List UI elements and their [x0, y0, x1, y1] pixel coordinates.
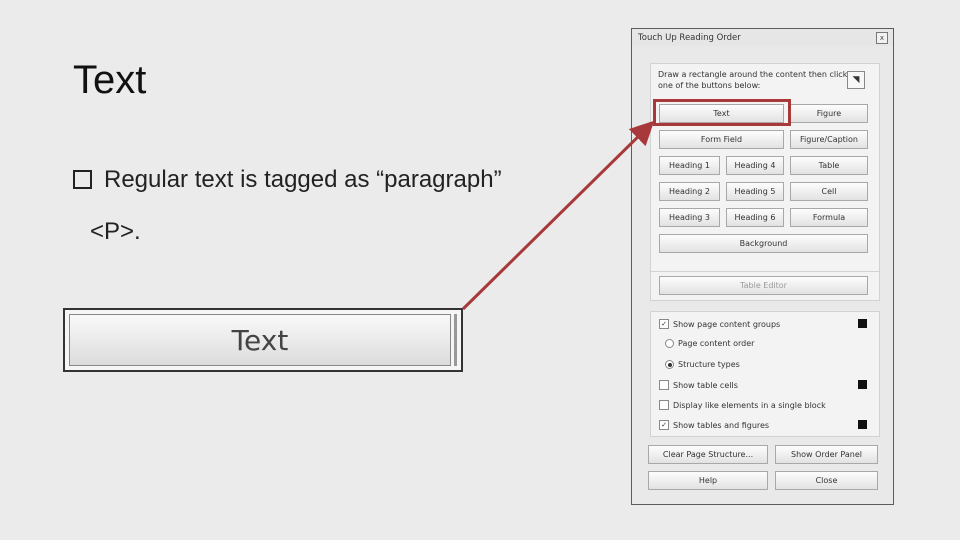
checkbox-bullet-icon [73, 170, 92, 189]
radio-selected-icon[interactable] [665, 360, 674, 369]
checkbox-checked-icon[interactable]: ✓ [659, 420, 669, 430]
option-label: Structure types [678, 360, 740, 369]
heading-1-button[interactable]: Heading 1 [659, 156, 720, 175]
checkbox-icon[interactable] [659, 400, 669, 410]
option-label: Show table cells [673, 380, 738, 390]
heading-4-button[interactable]: Heading 4 [726, 156, 784, 175]
instructions-text: Draw a rectangle around the content then… [658, 70, 848, 90]
option-label: Show tables and figures [673, 420, 770, 430]
bullet-continuation: <P>. [90, 218, 141, 245]
zoomed-button-edge [454, 314, 457, 366]
dialog-titlebar: Touch Up Reading Order x [632, 29, 893, 46]
heading-6-button[interactable]: Heading 6 [726, 208, 784, 227]
formula-button[interactable]: Formula [790, 208, 868, 227]
show-cells-option[interactable]: Show table cells [659, 380, 738, 390]
heading-2-button[interactable]: Heading 2 [659, 182, 720, 201]
option-label: Display like elements in a single block [673, 400, 826, 410]
help-button[interactable]: Help [648, 471, 768, 490]
selection-tool-icon[interactable]: ◥ [847, 71, 865, 89]
heading-5-button[interactable]: Heading 5 [726, 182, 784, 201]
table-button[interactable]: Table [790, 156, 868, 175]
checkbox-icon[interactable] [659, 380, 669, 390]
figure-caption-button[interactable]: Figure/Caption [790, 130, 868, 149]
color-swatch[interactable] [858, 319, 867, 328]
zoomed-text-label: Text [69, 314, 451, 366]
form-field-button[interactable]: Form Field [659, 130, 784, 149]
heading-3-button[interactable]: Heading 3 [659, 208, 720, 227]
background-button[interactable]: Background [659, 234, 868, 253]
show-groups-option[interactable]: ✓ Show page content groups [659, 319, 780, 329]
structure-types-radio[interactable]: Structure types [665, 360, 740, 369]
table-editor-button[interactable]: Table Editor [659, 276, 868, 295]
bullet-item: Regular text is tagged as “paragraph” [73, 166, 502, 194]
zoomed-text-button: Text [63, 308, 463, 372]
page-order-radio[interactable]: Page content order [665, 339, 754, 348]
clear-page-structure-button[interactable]: Clear Page Structure... [648, 445, 768, 464]
close-button[interactable]: Close [775, 471, 878, 490]
slide-title: Text [73, 58, 147, 102]
cell-button[interactable]: Cell [790, 182, 868, 201]
callout-arrow-line [461, 120, 655, 311]
tag-buttons-panel [650, 63, 880, 287]
text-button-highlight [653, 99, 791, 126]
dialog-title: Touch Up Reading Order [638, 33, 741, 43]
color-swatch[interactable] [858, 420, 867, 429]
figure-button[interactable]: Figure [790, 104, 868, 123]
option-label: Page content order [678, 339, 755, 348]
show-order-panel-button[interactable]: Show Order Panel [775, 445, 878, 464]
option-label: Show page content groups [673, 319, 781, 329]
radio-icon[interactable] [665, 339, 674, 348]
display-like-option[interactable]: Display like elements in a single block [659, 400, 826, 410]
show-tables-option[interactable]: ✓ Show tables and figures [659, 420, 769, 430]
display-options-panel [650, 311, 880, 437]
bullet-text: Regular text is tagged as “paragraph” [104, 166, 502, 193]
close-icon[interactable]: x [876, 32, 888, 44]
checkbox-checked-icon[interactable]: ✓ [659, 319, 669, 329]
color-swatch[interactable] [858, 380, 867, 389]
